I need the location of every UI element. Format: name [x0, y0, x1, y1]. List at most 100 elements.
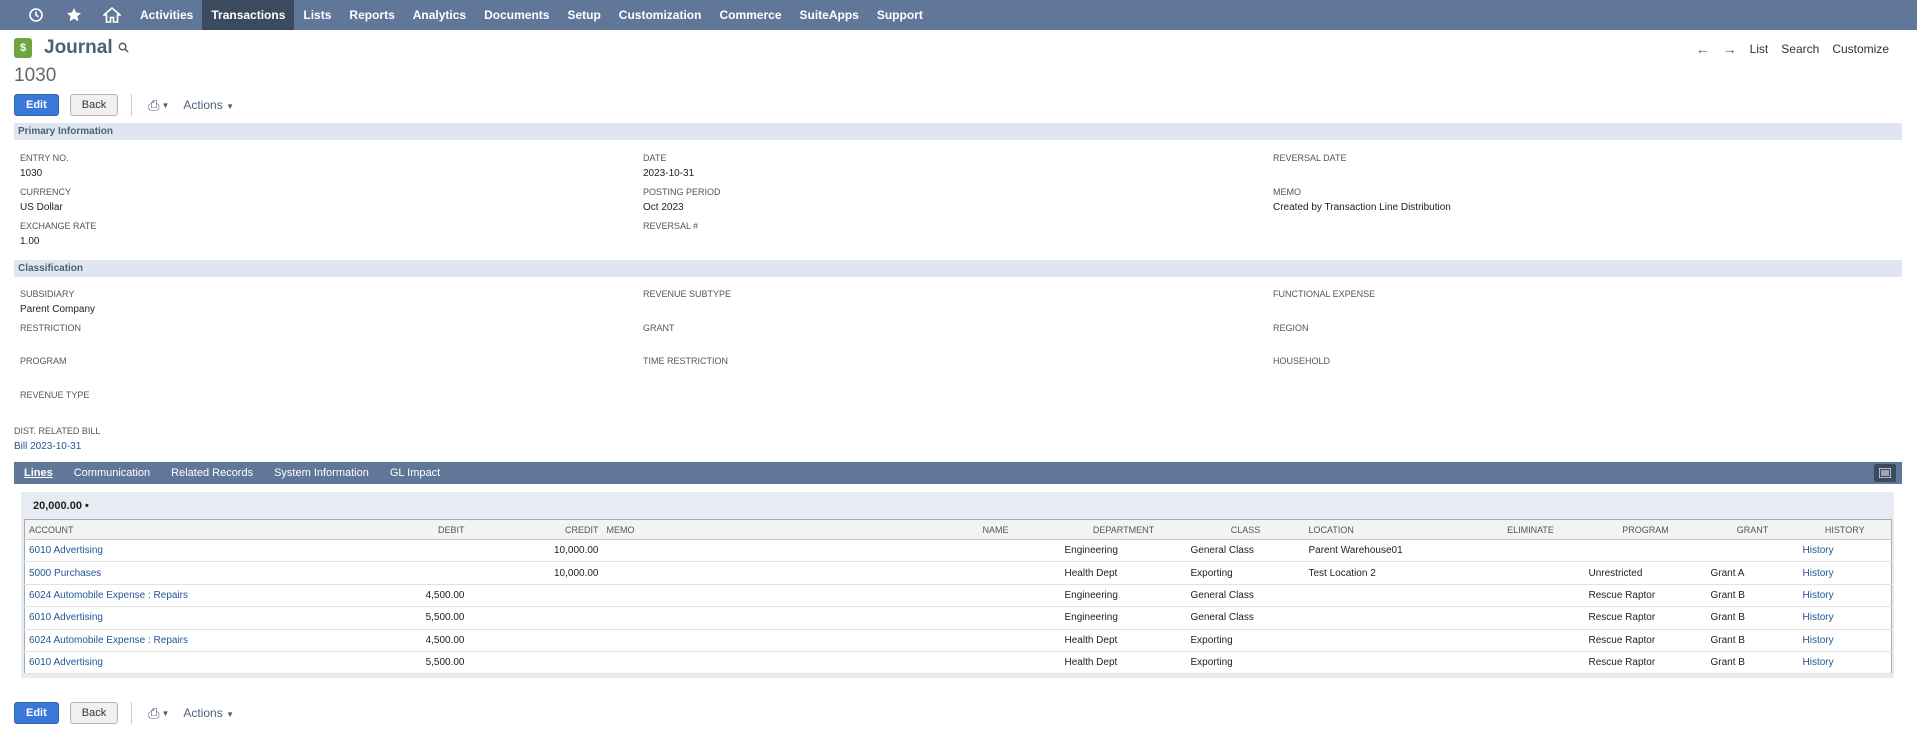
- cell-department: Health Dept: [1060, 561, 1187, 585]
- customize-link[interactable]: Customize: [1832, 42, 1889, 56]
- nav-item-transactions[interactable]: Transactions: [202, 0, 295, 30]
- cell-memo: [602, 539, 979, 563]
- primary-information-header[interactable]: Primary Information: [14, 123, 1902, 140]
- nav-item-commerce[interactable]: Commerce: [710, 0, 790, 30]
- subtab-gl-impact[interactable]: GL Impact: [390, 467, 440, 479]
- functional-expense-field: FUNCTIONAL EXPENSE: [1273, 289, 1376, 299]
- dist-related-bill-field: DIST. RELATED BILL Bill 2023-10-31: [14, 426, 101, 452]
- search-icon[interactable]: [118, 42, 129, 56]
- column-header-history[interactable]: HISTORY: [1798, 519, 1892, 540]
- cell-location: [1304, 629, 1477, 652]
- cell-credit: [468, 606, 603, 630]
- edit-button[interactable]: Edit: [14, 94, 59, 116]
- classification-header[interactable]: Classification: [14, 260, 1902, 277]
- top-nav-bar: Activities Transactions Lists Reports Analyt…: [0, 0, 1917, 30]
- recent-records-icon[interactable]: [17, 0, 55, 30]
- related-bill-link[interactable]: Bill 2023-10-31: [14, 441, 100, 452]
- restriction-field: RESTRICTION: [20, 323, 82, 333]
- next-record-arrow-icon[interactable]: →: [1723, 41, 1737, 57]
- nav-item-activities[interactable]: Activities: [131, 0, 202, 30]
- cell-department: Engineering: [1060, 584, 1187, 608]
- cell-name: [978, 651, 1061, 675]
- cell-account[interactable]: 6010 Advertising: [24, 651, 395, 675]
- cell-history[interactable]: History: [1798, 629, 1892, 652]
- nav-item-support[interactable]: Support: [868, 0, 932, 30]
- cell-history[interactable]: History: [1798, 539, 1892, 563]
- chevron-down-icon: ▼: [226, 710, 234, 719]
- lines-panel: 20,000.00 • ACCOUNT DEBIT CREDIT MEMO NAME DE…: [21, 492, 1894, 678]
- actions-menu-button[interactable]: Actions ▼: [183, 706, 234, 720]
- previous-record-arrow-icon[interactable]: ←: [1696, 41, 1710, 57]
- memo-field: MEMO Created by Transaction Line Distrib…: [1273, 187, 1451, 213]
- cell-account[interactable]: 6024 Automobile Expense : Repairs: [24, 584, 395, 608]
- table-row: 6010 Advertising 5,500.00 Health Dept Expor…: [24, 651, 1892, 675]
- subtab-system-information[interactable]: System Information: [274, 467, 369, 479]
- nav-item-reports[interactable]: Reports: [340, 0, 403, 30]
- column-header-memo[interactable]: MEMO: [602, 519, 979, 540]
- column-header-name[interactable]: NAME: [978, 519, 1061, 540]
- cell-eliminate: [1476, 629, 1585, 652]
- cell-name: [978, 561, 1061, 585]
- search-link[interactable]: Search: [1781, 42, 1819, 56]
- column-header-location[interactable]: LOCATION: [1304, 519, 1477, 540]
- cell-class: General Class: [1186, 539, 1305, 563]
- actions-menu-button[interactable]: Actions ▼: [183, 98, 234, 112]
- cell-program: Rescue Raptor: [1584, 606, 1707, 630]
- nav-item-lists[interactable]: Lists: [294, 0, 340, 30]
- print-menu-button[interactable]: ⎙ ▼: [148, 97, 169, 114]
- cell-account[interactable]: 6010 Advertising: [24, 539, 395, 563]
- cell-grant: Grant B: [1706, 584, 1799, 608]
- edit-button[interactable]: Edit: [14, 702, 59, 724]
- cell-department: Health Dept: [1060, 629, 1187, 652]
- column-header-department[interactable]: DEPARTMENT: [1060, 519, 1187, 540]
- star-icon[interactable]: [55, 0, 93, 30]
- nav-item-suiteapps[interactable]: SuiteApps: [791, 0, 868, 30]
- nav-item-analytics[interactable]: Analytics: [404, 0, 475, 30]
- nav-item-setup[interactable]: Setup: [558, 0, 609, 30]
- cell-account[interactable]: 5000 Purchases: [24, 561, 395, 585]
- back-button[interactable]: Back: [69, 702, 119, 724]
- cell-memo: [602, 606, 979, 630]
- bottom-button-bar: Edit Back ⎙ ▼ Actions ▼: [14, 702, 234, 724]
- cell-history[interactable]: History: [1798, 651, 1892, 675]
- cell-debit: [394, 561, 469, 585]
- revenue-subtype-field: REVENUE SUBTYPE: [643, 289, 732, 299]
- column-header-account[interactable]: ACCOUNT: [24, 519, 395, 540]
- cell-location: [1304, 606, 1477, 630]
- home-icon[interactable]: [93, 0, 131, 30]
- cell-location: [1304, 584, 1477, 608]
- cell-class: General Class: [1186, 606, 1305, 630]
- cell-debit: [394, 539, 469, 563]
- list-link[interactable]: List: [1750, 42, 1769, 56]
- cell-memo: [602, 561, 979, 585]
- nav-item-customization[interactable]: Customization: [610, 0, 711, 30]
- posting-period-field: POSTING PERIOD Oct 2023: [643, 187, 721, 213]
- subtab-lines[interactable]: Lines: [24, 467, 53, 479]
- chevron-down-icon: ▼: [226, 102, 234, 111]
- back-button[interactable]: Back: [69, 94, 119, 116]
- cell-eliminate: [1476, 539, 1585, 563]
- subsidiary-field: SUBSIDIARY Parent Company: [20, 289, 96, 315]
- nav-item-documents[interactable]: Documents: [475, 0, 558, 30]
- cell-memo: [602, 584, 979, 608]
- cell-account[interactable]: 6024 Automobile Expense : Repairs: [24, 629, 395, 652]
- cell-history[interactable]: History: [1798, 584, 1892, 608]
- cell-class: General Class: [1186, 584, 1305, 608]
- subtab-communication[interactable]: Communication: [74, 467, 150, 479]
- column-header-program[interactable]: PROGRAM: [1584, 519, 1707, 540]
- cell-name: [978, 629, 1061, 652]
- region-field: REGION: [1273, 323, 1309, 333]
- subtab-related-records[interactable]: Related Records: [171, 467, 253, 479]
- column-header-grant[interactable]: GRANT: [1706, 519, 1799, 540]
- column-header-credit[interactable]: CREDIT: [468, 519, 603, 540]
- cell-eliminate: [1476, 584, 1585, 608]
- subtab-menu-icon[interactable]: [1874, 464, 1896, 482]
- column-header-debit[interactable]: DEBIT: [394, 519, 469, 540]
- print-menu-button[interactable]: ⎙ ▼: [148, 705, 169, 722]
- cell-history[interactable]: History: [1798, 606, 1892, 630]
- table-row: 5000 Purchases 10,000.00 Health Dept Export…: [24, 561, 1892, 585]
- column-header-class[interactable]: CLASS: [1186, 519, 1305, 540]
- cell-account[interactable]: 6010 Advertising: [24, 606, 395, 630]
- cell-history[interactable]: History: [1798, 561, 1892, 585]
- column-header-eliminate[interactable]: ELIMINATE: [1476, 519, 1585, 540]
